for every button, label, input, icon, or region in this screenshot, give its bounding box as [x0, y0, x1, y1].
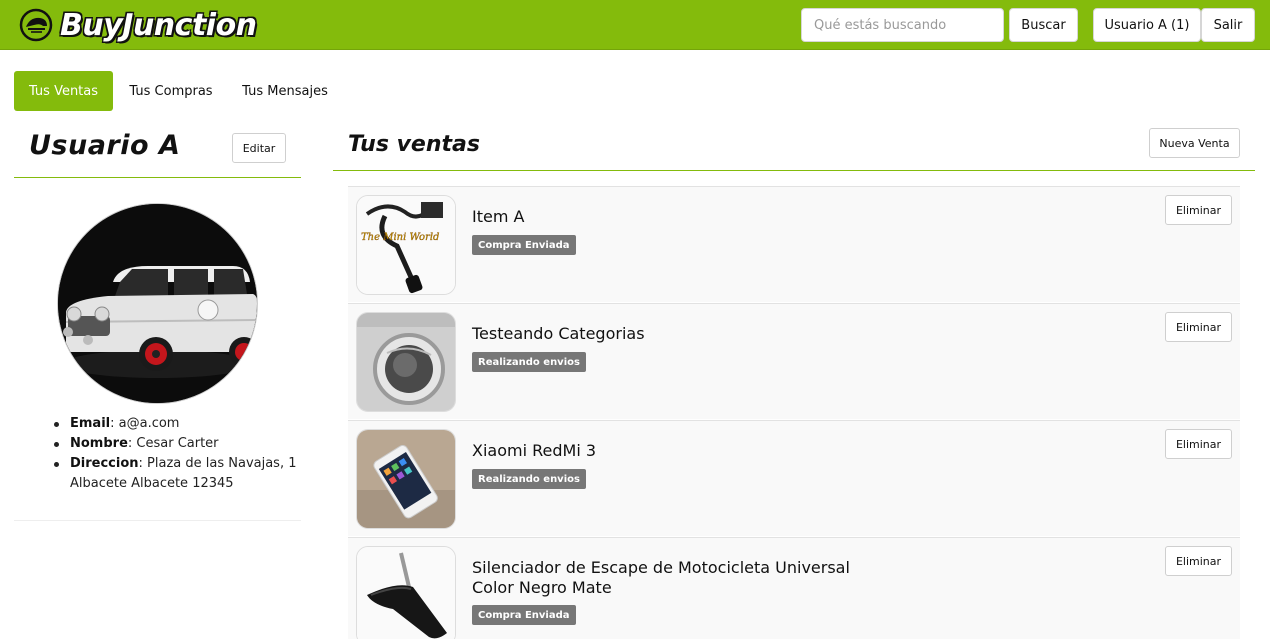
brand-name: BuyJunction	[60, 7, 257, 43]
profile-divider	[14, 177, 301, 178]
list-item[interactable]: Silenciador de Escape de Motocicleta Uni…	[348, 537, 1240, 639]
edit-profile-button[interactable]: Editar	[232, 133, 286, 163]
tab-ventas[interactable]: Tus Ventas	[14, 71, 113, 111]
profile-field-label: Email	[70, 416, 111, 431]
list-item[interactable]: Testeando Categorias Realizando envios E…	[348, 303, 1240, 419]
top-navbar: BuyJunction Buscar Usuario A (1) Salir	[0, 0, 1270, 50]
list-item[interactable]: Xiaomi RedMi 3 Realizando envios Elimina…	[348, 420, 1240, 536]
item-title[interactable]: Testeando Categorias	[472, 324, 892, 344]
profile-field-label: Direccion	[70, 456, 139, 471]
cable-switch-photo: The Mini World	[357, 196, 455, 294]
profile-nombre: Nombre: Cesar Carter	[52, 434, 301, 454]
status-badge: Compra Enviada	[472, 605, 576, 625]
user-menu-button[interactable]: Usuario A (1)	[1093, 8, 1201, 42]
tab-compras[interactable]: Tus Compras	[121, 71, 221, 111]
search-input[interactable]	[801, 8, 1004, 42]
smartphone-photo	[357, 430, 455, 528]
mini-cooper-car-photo	[58, 204, 257, 403]
sales-divider	[333, 170, 1255, 171]
item-thumbnail[interactable]	[356, 429, 456, 529]
profile-direccion: Direccion: Plaza de las Navajas, 1 Albac…	[52, 454, 301, 494]
item-thumbnail[interactable]	[356, 312, 456, 412]
profile-panel-bottom	[14, 520, 301, 521]
delete-item-button[interactable]: Eliminar	[1165, 195, 1232, 225]
profile-field-label: Nombre	[70, 436, 128, 451]
profile-details: Email: a@a.com Nombre: Cesar Carter Dire…	[52, 414, 301, 494]
motorcycle-exhaust-photo	[357, 547, 455, 639]
sales-title: Tus ventas	[348, 132, 480, 157]
washing-machine-photo	[357, 313, 455, 411]
list-item[interactable]: The Mini World Item A Compra Enviada Eli…	[348, 186, 1240, 302]
new-sale-button[interactable]: Nueva Venta	[1149, 128, 1240, 158]
item-thumbnail[interactable]: The Mini World	[356, 195, 456, 295]
delete-item-button[interactable]: Eliminar	[1165, 429, 1232, 459]
item-title[interactable]: Xiaomi RedMi 3	[472, 441, 892, 461]
delete-item-button[interactable]: Eliminar	[1165, 312, 1232, 342]
profile-name: Usuario A	[29, 130, 181, 161]
profile-email: Email: a@a.com	[52, 414, 301, 434]
item-title[interactable]: Silenciador de Escape de Motocicleta Uni…	[472, 558, 892, 598]
profile-field-value: a@a.com	[118, 416, 180, 431]
racing-helmet-icon	[19, 8, 53, 42]
profile-field-value: Cesar Carter	[136, 436, 219, 451]
tab-mensajes[interactable]: Tus Mensajes	[233, 71, 337, 111]
status-badge: Realizando envios	[472, 469, 586, 489]
item-thumbnail[interactable]	[356, 546, 456, 639]
logout-button[interactable]: Salir	[1201, 8, 1255, 42]
status-badge: Realizando envios	[472, 352, 586, 372]
delete-item-button[interactable]: Eliminar	[1165, 546, 1232, 576]
search-button[interactable]: Buscar	[1009, 8, 1078, 42]
status-badge: Compra Enviada	[472, 235, 576, 255]
avatar	[57, 203, 258, 404]
thumb-caption: The Mini World	[361, 232, 439, 243]
brand-logo[interactable]: BuyJunction	[18, 7, 257, 43]
item-title[interactable]: Item A	[472, 207, 892, 227]
